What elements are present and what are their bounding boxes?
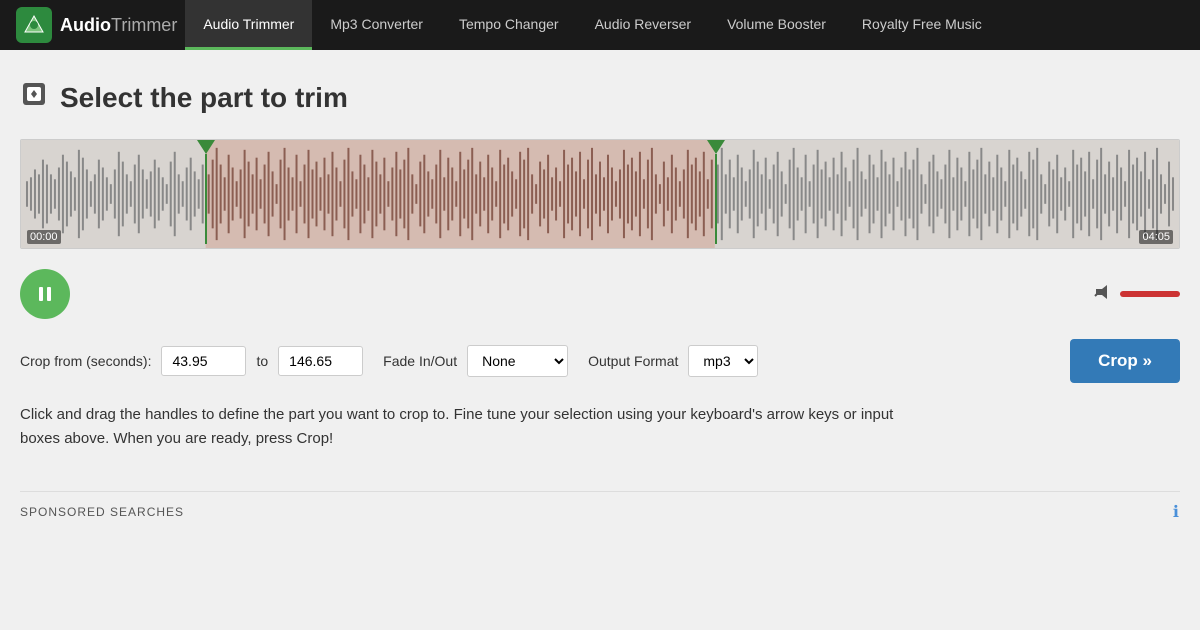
time-end: 04:05 [1139, 230, 1173, 244]
instructions-text: Click and drag the handles to define the… [20, 403, 920, 451]
nav-link-mp3-converter[interactable]: Mp3 Converter [312, 0, 441, 50]
volume-area [1094, 282, 1180, 307]
controls-row [20, 269, 1180, 319]
play-pause-button[interactable] [20, 269, 70, 319]
crop-from-label: Crop from (seconds): [20, 353, 151, 369]
fade-select[interactable]: NoneFade InFade OutBoth [467, 345, 568, 377]
left-handle[interactable] [198, 140, 214, 244]
info-icon[interactable]: ℹ [1173, 502, 1180, 522]
page-title-area: Select the part to trim [20, 80, 1180, 115]
waveform-container[interactable]: 00:00 04:05 [20, 139, 1180, 249]
crop-to-label: to [256, 353, 268, 369]
fade-label: Fade In/Out [383, 353, 457, 369]
nav-link-royalty-free-music[interactable]: Royalty Free Music [844, 0, 1000, 50]
sponsored-searches: SPONSORED SEARCHES ℹ [20, 491, 1180, 522]
nav-link-tempo-changer[interactable]: Tempo Changer [441, 0, 577, 50]
logo-icon [16, 7, 52, 43]
crop-form: Crop from (seconds): to Fade In/Out None… [20, 339, 1180, 383]
sponsored-label: SPONSORED SEARCHES [20, 505, 184, 519]
nav-link-audio-trimmer[interactable]: Audio Trimmer [185, 0, 312, 50]
logo-text: AudioTrimmer [60, 15, 177, 36]
time-start: 00:00 [27, 230, 61, 244]
right-handle-line [715, 154, 717, 244]
format-select[interactable]: mp3wavoggm4a [688, 345, 758, 377]
page-title: Select the part to trim [60, 82, 348, 114]
left-handle-arrow [197, 140, 215, 154]
pause-icon [35, 284, 55, 304]
volume-icon[interactable] [1094, 282, 1114, 307]
main-content: Select the part to trim [0, 50, 1200, 542]
nav-link-audio-reverser[interactable]: Audio Reverser [577, 0, 710, 50]
format-label: Output Format [588, 353, 678, 369]
navbar: AudioTrimmer Audio Trimmer Mp3 Converter… [0, 0, 1200, 50]
right-handle-arrow [707, 140, 725, 154]
logo[interactable]: AudioTrimmer [16, 7, 177, 43]
crop-button[interactable]: Crop » [1070, 339, 1180, 383]
left-handle-line [205, 154, 207, 244]
nav-links: Audio Trimmer Mp3 Converter Tempo Change… [185, 0, 999, 50]
crop-from-input[interactable] [161, 346, 246, 376]
crop-to-input[interactable] [278, 346, 363, 376]
waveform-visual [21, 140, 1179, 248]
nav-link-volume-booster[interactable]: Volume Booster [709, 0, 844, 50]
volume-slider[interactable] [1120, 291, 1180, 297]
right-handle[interactable] [708, 140, 724, 244]
edit-icon [20, 80, 48, 115]
